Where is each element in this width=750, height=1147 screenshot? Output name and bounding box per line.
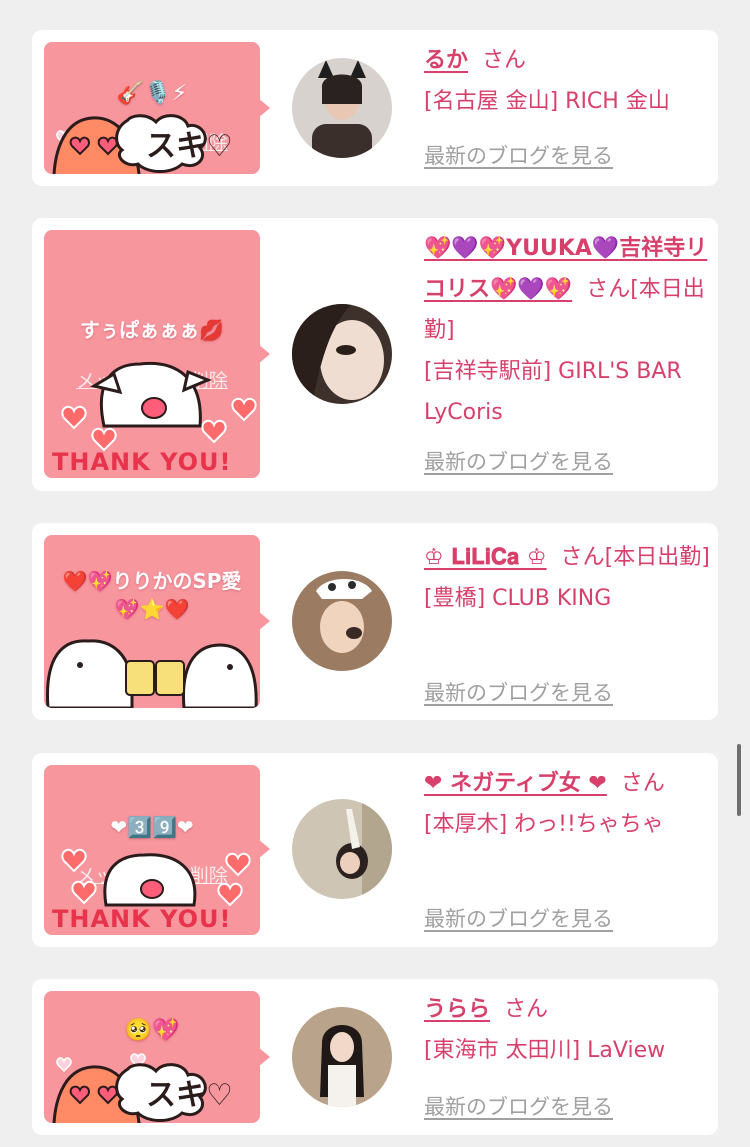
bubble-tail <box>258 611 270 631</box>
thank-you-bear-sticker: THANK YOU! <box>52 361 257 476</box>
honorific-suffix: さん <box>482 48 527 73</box>
honorific-suffix: さん <box>504 997 549 1022</box>
message-bubble[interactable]: すぅぱぁぁぁ💋 メッセージを削除 THANK YOU! <box>44 230 260 478</box>
svg-text:THANK YOU!: THANK YOU! <box>52 905 231 933</box>
svg-text:スキ♡: スキ♡ <box>146 1078 233 1113</box>
bubble-tail <box>258 1047 270 1067</box>
cast-info: 💖💜💖YUUKA💜吉祥寺リコリス💖💜💖 さん[本日出勤] [吉祥寺駅前] GIRL… <box>424 228 714 433</box>
area-shop-text: [東海市 太田川] LaView <box>424 1038 666 1063</box>
bubble-tail <box>258 98 270 118</box>
cast-name-link[interactable]: ❤ ネガティブ女 ❤ <box>424 771 607 796</box>
cast-name-link[interactable]: るか <box>424 48 468 73</box>
area-shop-text: [名古屋 金山] RICH 金山 <box>424 89 670 114</box>
suki-chick-sticker: スキ♡ <box>52 1053 233 1123</box>
svg-text:THANK YOU!: THANK YOU! <box>52 448 231 476</box>
honorific-suffix: さん[本日出勤] <box>560 545 710 570</box>
thank-you-bear-sticker: THANK YOU! <box>52 848 251 933</box>
latest-blog-link[interactable]: 最新のブログを見る <box>424 140 613 170</box>
message-bubble[interactable]: ❤3️⃣9️⃣❤ メッセージを削除 THANK YOU! <box>44 765 260 935</box>
honorific-suffix: さん <box>620 771 665 796</box>
cast-info: うらら さん [東海市 太田川] LaView <box>424 989 714 1071</box>
svg-text:スキ♡: スキ♡ <box>146 129 233 164</box>
cast-info: ❤ ネガティブ女 ❤ さん [本厚木] わっ!!ちゃちゃ <box>424 763 714 845</box>
cast-name-link[interactable]: うらら <box>424 997 490 1022</box>
area-shop-text: [豊橋] CLUB KING <box>424 586 612 611</box>
latest-blog-link[interactable]: 最新のブログを見る <box>424 1091 613 1121</box>
cheers-bears-sticker <box>45 639 258 708</box>
cast-card: すぅぱぁぁぁ💋 メッセージを削除 THANK YOU! <box>32 218 718 491</box>
latest-blog-link[interactable]: 最新のブログを見る <box>424 903 613 933</box>
avatar-photo-icon <box>292 58 392 158</box>
cast-avatar[interactable] <box>292 58 392 158</box>
area-shop-text: [吉祥寺駅前] GIRL'S BAR LyCoris <box>424 359 682 425</box>
cast-card: ❤️💖りりかのSP愛💖⭐❤️ ♔ 𝐋𝐢� <box>32 523 718 720</box>
suki-chick-sticker: スキ♡ <box>52 114 233 174</box>
cast-avatar[interactable] <box>292 799 392 899</box>
cast-avatar[interactable] <box>292 571 392 671</box>
bubble-tail <box>258 344 270 364</box>
cast-card: 🎸🎙️⚡ メッセージを削除 スキ♡ <box>32 30 718 186</box>
avatar-photo-icon <box>292 1007 392 1107</box>
avatar-photo-icon <box>292 799 392 899</box>
cast-card: 🥺💖 スキ♡ うらら さん [東海市 太田川] LaView 最新のブログを見る <box>32 979 718 1135</box>
cast-card: ❤3️⃣9️⃣❤ メッセージを削除 THANK YOU! <box>32 753 718 947</box>
avatar-photo-icon <box>292 304 392 404</box>
cast-avatar[interactable] <box>292 1007 392 1107</box>
message-bubble[interactable]: 🥺💖 スキ♡ <box>44 991 260 1123</box>
area-shop-text: [本厚木] わっ!!ちゃちゃ <box>424 812 664 837</box>
latest-blog-link[interactable]: 最新のブログを見る <box>424 677 613 707</box>
cast-name-link[interactable]: ♔ 𝐋𝐢𝐋𝐢𝐂𝐚 ♔ <box>424 545 547 570</box>
cast-avatar[interactable] <box>292 304 392 404</box>
cast-info: るか さん [名古屋 金山] RICH 金山 <box>424 40 714 122</box>
avatar-photo-icon <box>292 571 392 671</box>
latest-blog-link[interactable]: 最新のブログを見る <box>424 446 613 476</box>
bubble-tail <box>258 839 270 859</box>
scrollbar[interactable] <box>737 744 741 816</box>
message-bubble[interactable]: ❤️💖りりかのSP愛💖⭐❤️ <box>44 535 260 708</box>
message-bubble[interactable]: 🎸🎙️⚡ メッセージを削除 スキ♡ <box>44 42 260 174</box>
favorites-list: 🎸🎙️⚡ メッセージを削除 スキ♡ <box>0 0 750 1147</box>
cast-info: ♔ 𝐋𝐢𝐋𝐢𝐂𝐚 ♔ さん[本日出勤] [豊橋] CLUB KING <box>424 537 714 619</box>
